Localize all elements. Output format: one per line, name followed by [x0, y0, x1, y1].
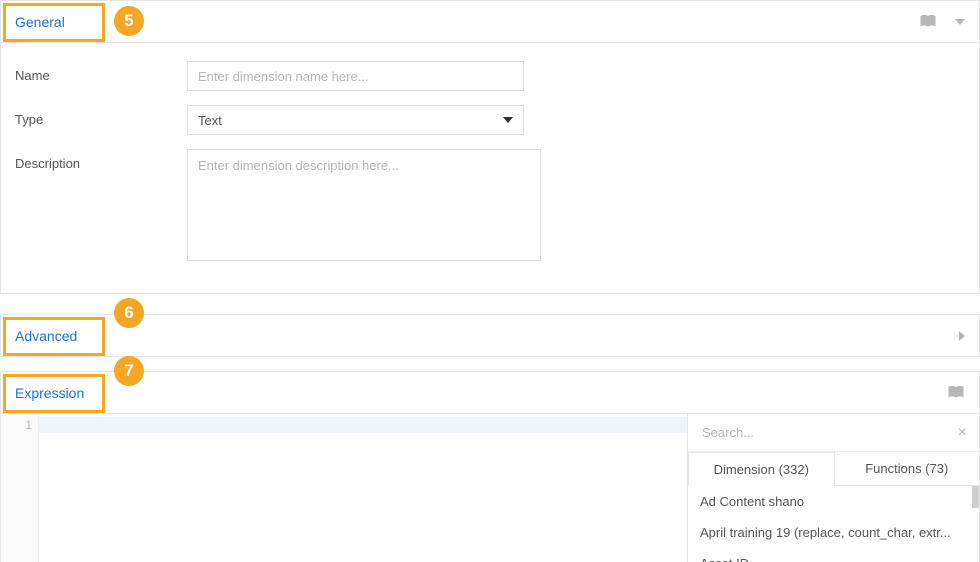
general-section-header[interactable]: General: [0, 0, 980, 43]
description-textarea[interactable]: [187, 149, 541, 261]
expression-side-panel: × Dimension (332) Functions (73) Ad Cont…: [687, 414, 979, 562]
general-title: General: [15, 14, 65, 30]
app-root: General 5 Name Type Text Description: [0, 0, 980, 562]
expression-header-actions: [947, 385, 965, 401]
scrollbar-thumb[interactable]: [972, 486, 979, 508]
name-label: Name: [15, 61, 187, 83]
list-item[interactable]: Asset ID: [688, 548, 979, 562]
expression-title: Expression: [15, 385, 84, 401]
type-select-value: Text: [198, 113, 503, 128]
name-row: Name: [15, 61, 965, 91]
expression-section-header[interactable]: Expression: [0, 371, 980, 414]
advanced-title: Advanced: [15, 328, 77, 344]
description-row: Description: [15, 149, 965, 261]
expression-section-body: 1 × Dimension (332) Functions (73) Ad Co…: [0, 414, 980, 562]
tab-dimension[interactable]: Dimension (332): [688, 452, 835, 486]
list-item[interactable]: April training 19 (replace, count_char, …: [688, 517, 979, 548]
search-wrap: ×: [688, 414, 979, 452]
advanced-section-header[interactable]: Advanced: [0, 314, 980, 357]
type-label: Type: [15, 105, 187, 127]
side-panel-tabs: Dimension (332) Functions (73): [688, 452, 979, 486]
chevron-right-icon: [959, 331, 965, 341]
chevron-down-icon: [503, 117, 513, 123]
type-select[interactable]: Text: [187, 105, 524, 135]
search-input[interactable]: [700, 424, 958, 441]
general-section-body: Name Type Text Description: [0, 43, 980, 294]
editor-gutter: 1: [1, 414, 39, 562]
tab-functions[interactable]: Functions (73): [835, 452, 980, 486]
description-label: Description: [15, 149, 187, 171]
type-row: Type Text: [15, 105, 965, 135]
book-icon[interactable]: [947, 385, 965, 401]
editor-current-line-highlight: [39, 417, 687, 433]
book-icon[interactable]: [919, 14, 937, 30]
list-item[interactable]: Ad Content shano: [688, 486, 979, 517]
dimension-list: Ad Content shano April training 19 (repl…: [688, 486, 979, 562]
caret-down-icon[interactable]: [955, 19, 965, 25]
editor-line-number: 1: [25, 418, 32, 432]
close-icon[interactable]: ×: [958, 424, 967, 442]
expression-editor[interactable]: [39, 414, 687, 562]
general-header-actions: [919, 14, 965, 30]
name-input[interactable]: [187, 61, 524, 91]
